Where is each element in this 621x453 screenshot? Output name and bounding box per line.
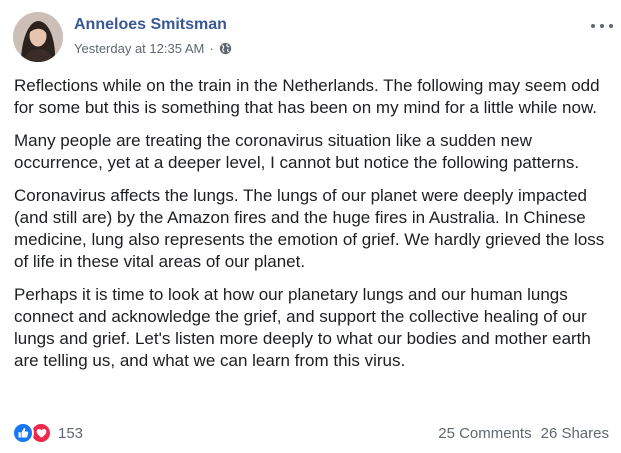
more-options-button[interactable]: [591, 18, 613, 34]
post-paragraph: Coronavirus affects the lungs. The lungs…: [14, 186, 605, 271]
meta-separator: ·: [209, 41, 214, 56]
post-paragraph: Reflections while on the train in the Ne…: [14, 76, 600, 117]
like-icon: [12, 422, 34, 444]
post-header: Anneloes Smitsman Yesterday at 12:35 AM …: [13, 12, 613, 62]
avatar[interactable]: [13, 12, 63, 62]
shares-link[interactable]: 26 Shares: [541, 425, 609, 442]
post-body: Reflections while on the train in the Ne…: [14, 75, 610, 383]
reactions-summary[interactable]: 153: [12, 422, 83, 444]
timestamp[interactable]: Yesterday at 12:35 AM: [74, 41, 204, 56]
post-footer: 153 25 Comments 26 Shares: [12, 422, 609, 444]
more-dot-icon: [591, 24, 595, 28]
more-dot-icon: [609, 24, 613, 28]
post-meta: Yesterday at 12:35 AM ·: [74, 41, 232, 56]
author-name[interactable]: Anneloes Smitsman: [74, 16, 227, 34]
post-paragraph: Perhaps it is time to look at how our pl…: [14, 285, 591, 370]
post-paragraph: Many people are treating the coronavirus…: [14, 131, 580, 172]
reaction-count: 153: [58, 424, 84, 442]
comments-link[interactable]: 25 Comments: [438, 425, 531, 442]
more-dot-icon: [600, 24, 604, 28]
globe-icon[interactable]: [219, 42, 232, 55]
